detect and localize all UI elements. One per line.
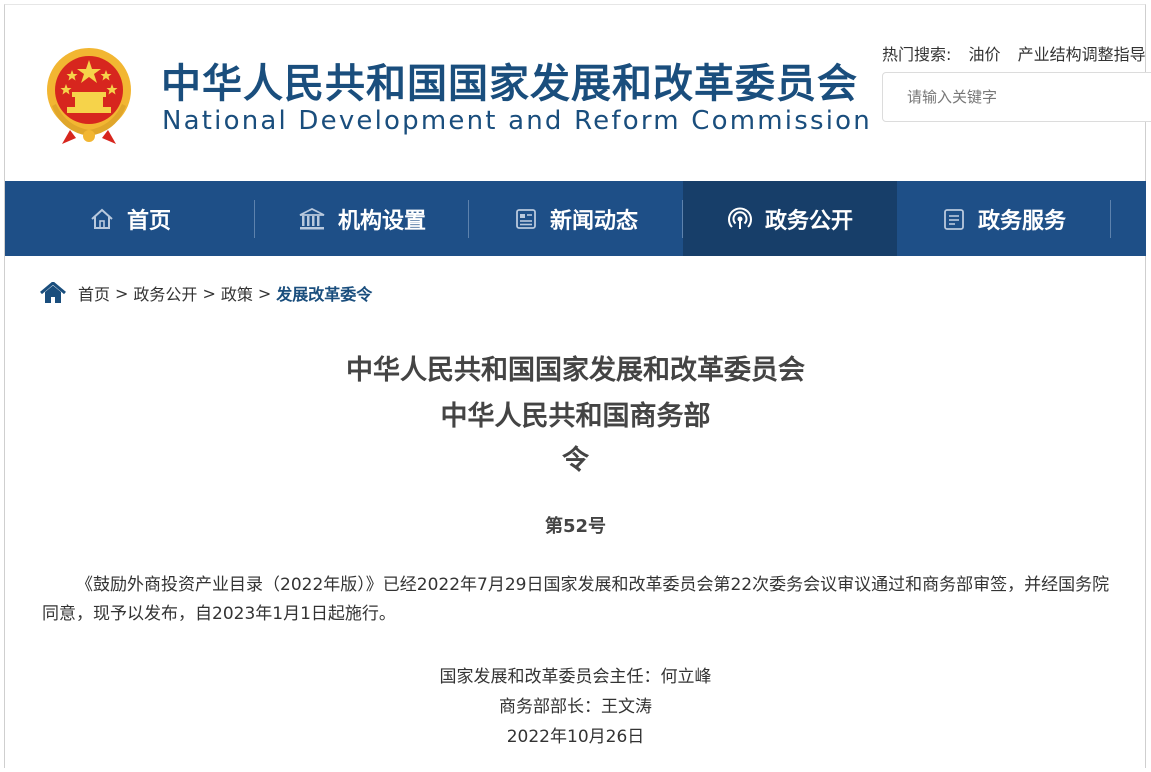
- breadcrumb-separator: >: [257, 283, 272, 303]
- nav-item-label: 首页: [126, 208, 171, 234]
- breadcrumb: 首页 > 政务公开 > 政策 > 发展改革委令: [40, 281, 372, 305]
- nav-item-service[interactable]: 政务服务: [897, 181, 1111, 256]
- article-heading: 中华人民共和国商务部: [440, 401, 711, 432]
- search-box: [882, 72, 1151, 122]
- nav-item-label: 政务公开: [764, 208, 853, 234]
- site-title-en: National Development and Reform Commissi…: [162, 106, 872, 136]
- news-icon: [516, 208, 536, 229]
- national-emblem-icon: [47, 48, 131, 144]
- nav-item-news[interactable]: 新闻动态: [469, 181, 683, 256]
- hot-search-label: 热门搜索:: [882, 45, 952, 64]
- broadcast-icon: [727, 207, 752, 229]
- nav-item-home[interactable]: 首页: [5, 181, 255, 256]
- signature-line: 商务部部长：王文涛: [499, 697, 652, 717]
- hot-search: 热门搜索: 油价 产业结构调整指导: [882, 41, 1151, 65]
- nav-divider: [1110, 200, 1111, 238]
- breadcrumb-link-policy[interactable]: 政策: [221, 281, 253, 305]
- main-nav: 首页 机构设置 新闻动态 政务公开 政务服务: [5, 181, 1146, 256]
- nav-item-institution[interactable]: 机构设置: [255, 181, 469, 256]
- article-body: 《鼓励外商投资产业目录（2022年版）》已经2022年7月29日国家发展和改革委…: [42, 575, 1110, 624]
- home-icon[interactable]: [40, 282, 66, 304]
- nav-item-label: 新闻动态: [549, 208, 638, 234]
- signature-line: 国家发展和改革委员会主任：何立峰: [439, 667, 712, 687]
- nav-item-label: 机构设置: [337, 208, 426, 234]
- search-input[interactable]: [883, 73, 1147, 121]
- breadcrumb-link-home[interactable]: 首页: [78, 281, 110, 305]
- site-title-cn: 中华人民共和国国家发展和改革委员会: [161, 61, 858, 107]
- document-number: 第52号: [544, 516, 607, 537]
- publish-date: 2022年10月26日: [506, 727, 645, 747]
- home-icon: [91, 208, 113, 229]
- institution-icon: [299, 207, 325, 229]
- hot-search-link[interactable]: 油价: [969, 45, 1001, 64]
- breadcrumb-separator: >: [202, 283, 216, 303]
- nav-item-government-affairs[interactable]: 政务公开: [683, 181, 897, 256]
- article-heading: 中华人民共和国国家发展和改革委员会: [346, 355, 805, 386]
- service-icon: [944, 208, 964, 230]
- nav-item-label: 政务服务: [977, 208, 1066, 234]
- article-heading: 令: [562, 445, 589, 476]
- breadcrumb-current[interactable]: 发展改革委令: [276, 281, 372, 305]
- breadcrumb-link-government-affairs[interactable]: 政务公开: [133, 281, 197, 305]
- breadcrumb-separator: >: [115, 283, 129, 303]
- hot-search-link[interactable]: 产业结构调整指导: [1018, 45, 1146, 64]
